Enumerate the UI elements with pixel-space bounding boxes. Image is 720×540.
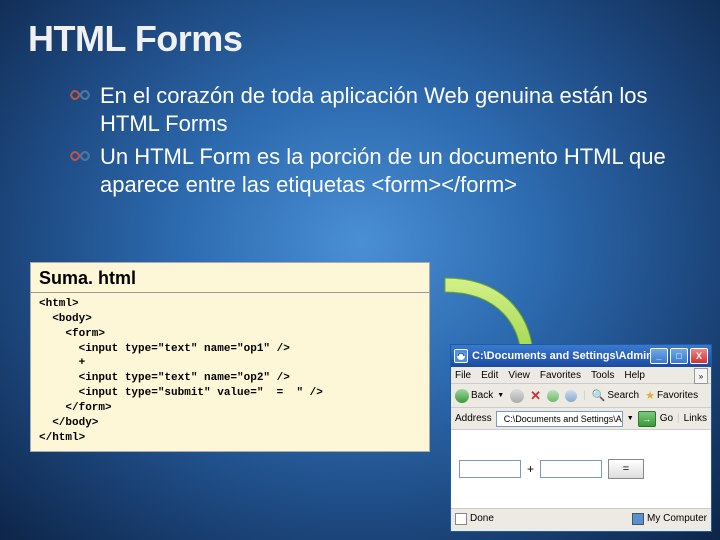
menu-file[interactable]: File xyxy=(455,370,471,381)
address-dropdown[interactable]: ▼ xyxy=(627,415,634,422)
links-label[interactable]: Links xyxy=(684,413,707,424)
home-icon[interactable] xyxy=(565,390,577,402)
favorites-label: Favorites xyxy=(657,390,698,401)
address-input[interactable]: C:\Documents and Settings\Administrator.… xyxy=(496,411,623,427)
menu-view[interactable]: View xyxy=(508,370,530,381)
bullet-item: En el corazón de toda aplicación Web gen… xyxy=(70,82,680,137)
op2-input[interactable] xyxy=(540,460,602,478)
chevron-down-icon: ▼ xyxy=(497,392,504,399)
search-label: Search xyxy=(607,390,639,401)
menu-favorites[interactable]: Favorites xyxy=(540,370,581,381)
infinity-icon xyxy=(70,149,90,168)
slide-title: HTML Forms xyxy=(0,0,720,60)
infinity-icon xyxy=(70,88,90,107)
minimize-button[interactable]: _ xyxy=(650,348,668,364)
close-button[interactable]: X xyxy=(690,348,708,364)
search-icon: 🔍 xyxy=(592,389,606,402)
browser-addressbar: Address C:\Documents and Settings\Admini… xyxy=(451,408,711,430)
code-panel: Suma. html <html> <body> <form> <input t… xyxy=(30,262,430,452)
document-icon xyxy=(455,513,467,525)
ie-icon xyxy=(454,349,468,363)
menu-help[interactable]: Help xyxy=(624,370,645,381)
favorites-button[interactable]: ★Favorites xyxy=(645,389,698,402)
submit-button[interactable]: = xyxy=(608,459,644,479)
menu-edit[interactable]: Edit xyxy=(481,370,498,381)
code-body: <html> <body> <form> <input type="text" … xyxy=(31,293,429,451)
code-filename: Suma. html xyxy=(31,263,429,293)
browser-viewport: + = xyxy=(451,430,711,508)
op1-input[interactable] xyxy=(459,460,521,478)
browser-statusbar: Done My Computer xyxy=(451,508,711,528)
stop-icon[interactable]: ✕ xyxy=(530,388,541,404)
browser-toolbar: Back▼ ✕ | 🔍Search ★Favorites » xyxy=(451,384,711,408)
go-label: Go xyxy=(660,413,673,424)
status-text: Done xyxy=(470,513,494,524)
plus-label: + xyxy=(527,462,534,476)
star-icon: ★ xyxy=(645,389,655,402)
bullet-text: Un HTML Form es la porción de un documen… xyxy=(100,143,680,198)
toolbar-overflow[interactable]: » xyxy=(694,368,708,384)
maximize-button[interactable]: □ xyxy=(670,348,688,364)
bullet-item: Un HTML Form es la porción de un documen… xyxy=(70,143,680,198)
refresh-icon[interactable] xyxy=(547,390,559,402)
back-label: Back xyxy=(471,390,493,401)
forward-button[interactable] xyxy=(510,389,524,403)
browser-title-text: C:\Documents and Settings\Administrator.… xyxy=(472,350,650,362)
page-icon xyxy=(500,414,502,424)
go-button[interactable]: → xyxy=(638,411,656,427)
back-button[interactable]: Back ▼ xyxy=(455,389,504,403)
bullet-list: En el corazón de toda aplicación Web gen… xyxy=(0,60,720,198)
zone-text: My Computer xyxy=(647,513,707,524)
computer-icon xyxy=(632,513,644,525)
browser-menubar: File Edit View Favorites Tools Help xyxy=(451,367,711,384)
address-label: Address xyxy=(455,413,492,424)
browser-window: C:\Documents and Settings\Administrator.… xyxy=(450,344,712,532)
search-button[interactable]: 🔍Search xyxy=(592,389,639,402)
address-value: C:\Documents and Settings\Administrator.… xyxy=(504,414,623,424)
browser-titlebar: C:\Documents and Settings\Administrator.… xyxy=(451,345,711,367)
menu-tools[interactable]: Tools xyxy=(591,370,614,381)
back-icon xyxy=(455,389,469,403)
bullet-text: En el corazón de toda aplicación Web gen… xyxy=(100,82,680,137)
